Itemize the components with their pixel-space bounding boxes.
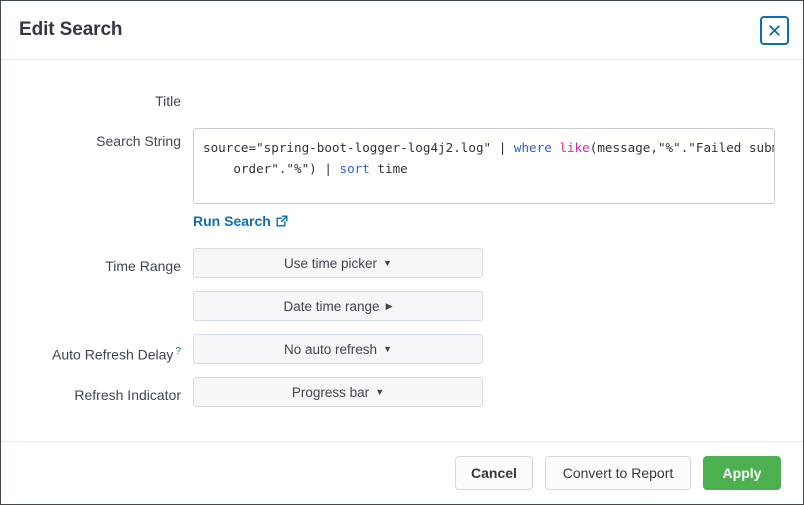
chevron-down-icon: ▼ xyxy=(383,345,392,354)
chevron-down-icon: ▼ xyxy=(375,388,384,397)
code-segment-source: source="spring-boot-logger-log4j2.log" | xyxy=(203,140,514,155)
edit-search-dialog: Edit Search Title Search String source="… xyxy=(0,0,804,505)
cancel-button[interactable]: Cancel xyxy=(455,456,533,490)
field-row-date-time-range: Date time range ▶ xyxy=(1,291,803,321)
title-control xyxy=(193,92,803,110)
apply-button[interactable]: Apply xyxy=(703,456,781,490)
date-time-range-value: Date time range xyxy=(284,299,380,314)
auto-refresh-label: Auto Refresh Delay? xyxy=(1,334,193,364)
refresh-indicator-label: Refresh Indicator xyxy=(1,377,193,404)
close-icon xyxy=(768,24,781,37)
convert-to-report-button[interactable]: Convert to Report xyxy=(545,456,691,490)
field-row-auto-refresh: Auto Refresh Delay? No auto refresh ▼ xyxy=(1,334,803,364)
time-range-label: Time Range xyxy=(1,248,193,275)
refresh-indicator-dropdown[interactable]: Progress bar ▼ xyxy=(193,377,483,407)
page-title: Edit Search xyxy=(19,19,122,41)
code-segment-args: (message,"%"."Failed submitted xyxy=(590,140,775,155)
dialog-header: Edit Search xyxy=(1,1,803,60)
date-time-range-control: Date time range ▶ xyxy=(193,291,803,321)
auto-refresh-label-text: Auto Refresh Delay xyxy=(52,347,173,363)
run-search-wrap: Run Search xyxy=(193,213,781,231)
time-range-value: Use time picker xyxy=(284,256,377,271)
auto-refresh-value: No auto refresh xyxy=(284,342,377,357)
search-string-label: Search String xyxy=(1,128,193,150)
code-segment-time: time xyxy=(370,161,408,176)
chevron-down-icon: ▼ xyxy=(383,259,392,268)
refresh-indicator-value: Progress bar xyxy=(292,385,369,400)
search-string-input[interactable]: source="spring-boot-logger-log4j2.log" |… xyxy=(193,128,775,204)
title-input[interactable] xyxy=(193,92,781,110)
run-search-link[interactable]: Run Search xyxy=(193,213,288,229)
field-row-time-range: Time Range Use time picker ▼ xyxy=(1,248,803,278)
field-row-refresh-indicator: Refresh Indicator Progress bar ▼ xyxy=(1,377,803,407)
code-function-like: like xyxy=(559,140,589,155)
field-row-search-string: Search String source="spring-boot-logger… xyxy=(1,128,803,231)
time-range-control: Use time picker ▼ xyxy=(193,248,803,278)
field-row-title: Title xyxy=(1,92,803,110)
refresh-indicator-control: Progress bar ▼ xyxy=(193,377,803,407)
external-link-icon xyxy=(276,215,288,227)
search-string-control: source="spring-boot-logger-log4j2.log" |… xyxy=(193,128,803,231)
code-keyword-where: where xyxy=(514,140,552,155)
auto-refresh-dropdown[interactable]: No auto refresh ▼ xyxy=(193,334,483,364)
close-button[interactable] xyxy=(760,16,789,45)
title-label: Title xyxy=(1,92,193,110)
help-icon[interactable]: ? xyxy=(175,346,181,357)
auto-refresh-control: No auto refresh ▼ xyxy=(193,334,803,364)
date-time-range-dropdown[interactable]: Date time range ▶ xyxy=(193,291,483,321)
search-string-text: source="spring-boot-logger-log4j2.log" |… xyxy=(203,137,765,179)
dialog-footer: Cancel Convert to Report Apply xyxy=(1,441,803,504)
dialog-body: Title Search String source="spring-boot-… xyxy=(1,60,803,441)
time-range-dropdown[interactable]: Use time picker ▼ xyxy=(193,248,483,278)
chevron-right-icon: ▶ xyxy=(386,302,393,311)
code-keyword-sort: sort xyxy=(339,161,369,176)
run-search-label: Run Search xyxy=(193,213,271,229)
code-segment-order: order"."%") | xyxy=(203,161,339,176)
